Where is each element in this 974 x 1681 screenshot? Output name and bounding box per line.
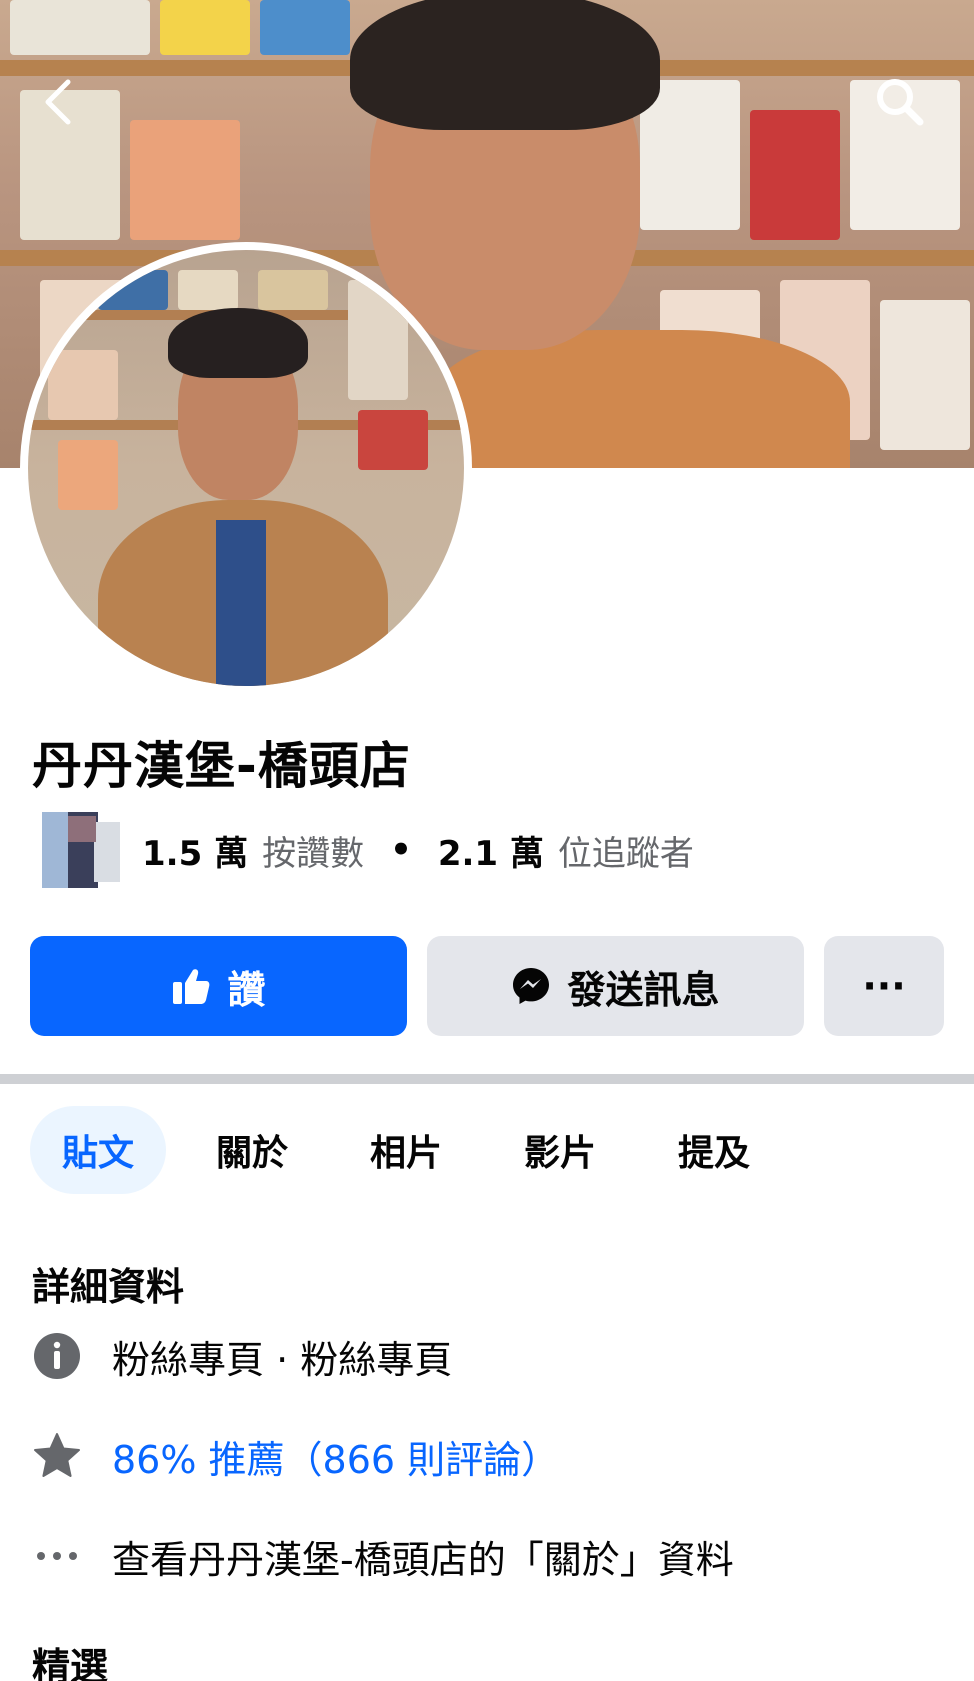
tab-about[interactable]: 關於 [196, 1106, 308, 1194]
profile-avatar[interactable] [20, 242, 472, 694]
send-message-button[interactable]: 發送訊息 [427, 936, 804, 1036]
tab-posts-label: 貼文 [61, 1133, 134, 1174]
more-options-label: ··· [862, 964, 906, 1008]
tab-posts[interactable]: 貼文 [30, 1106, 166, 1194]
category-row: 粉絲專頁 · 粉絲專頁 [32, 1326, 452, 1386]
likes-label: 按讚數 [262, 833, 365, 874]
likes-count: 1.5 萬 [142, 833, 249, 874]
tab-about-label: 關於 [215, 1133, 288, 1174]
info-icon [32, 1331, 82, 1381]
tab-mentions-label: 提及 [677, 1133, 750, 1174]
tab-photos-label: 相片 [369, 1133, 442, 1174]
page-category: 粉絲專頁 · 粉絲專頁 [112, 1337, 453, 1382]
rating-link[interactable]: 86% 推薦（866 則評論） [112, 1429, 559, 1484]
section-divider [0, 1074, 974, 1084]
search-icon [872, 74, 928, 134]
page-stats[interactable]: 1.5 萬 按讚數 • 2.1 萬 位追蹤者 [42, 812, 694, 888]
details-heading: 詳細資料 [32, 1265, 185, 1309]
featured-heading: 精選 [32, 1645, 109, 1681]
more-options-button[interactable]: ··· [824, 936, 944, 1036]
star-icon [32, 1431, 82, 1481]
profile-photo [28, 250, 464, 686]
tab-videos[interactable]: 影片 [504, 1106, 616, 1194]
followers-label: 位追蹤者 [557, 833, 694, 874]
followers-count: 2.1 萬 [437, 833, 544, 874]
send-message-label: 發送訊息 [567, 967, 720, 1012]
rating-row[interactable]: 86% 推薦（866 則評論） [32, 1426, 559, 1486]
page-title: 丹丹漢堡-橋頭店 [32, 737, 411, 795]
friends-avatar-stack [42, 812, 120, 888]
search-button[interactable] [870, 74, 930, 134]
stats-separator: • [390, 830, 412, 870]
thumbs-up-icon [171, 966, 211, 1006]
more-dots-icon [32, 1531, 82, 1581]
tab-photos[interactable]: 相片 [350, 1106, 462, 1194]
messenger-icon [511, 966, 551, 1006]
tab-mentions[interactable]: 提及 [658, 1106, 770, 1194]
like-button[interactable]: 讚 [30, 936, 407, 1036]
chevron-left-icon [40, 78, 76, 130]
back-button[interactable] [28, 74, 88, 134]
about-row[interactable]: 查看丹丹漢堡-橋頭店的「關於」資料 [32, 1526, 734, 1586]
tab-videos-label: 影片 [523, 1133, 596, 1174]
like-button-label: 讚 [227, 967, 266, 1012]
about-link[interactable]: 查看丹丹漢堡-橋頭店的「關於」資料 [112, 1529, 734, 1584]
